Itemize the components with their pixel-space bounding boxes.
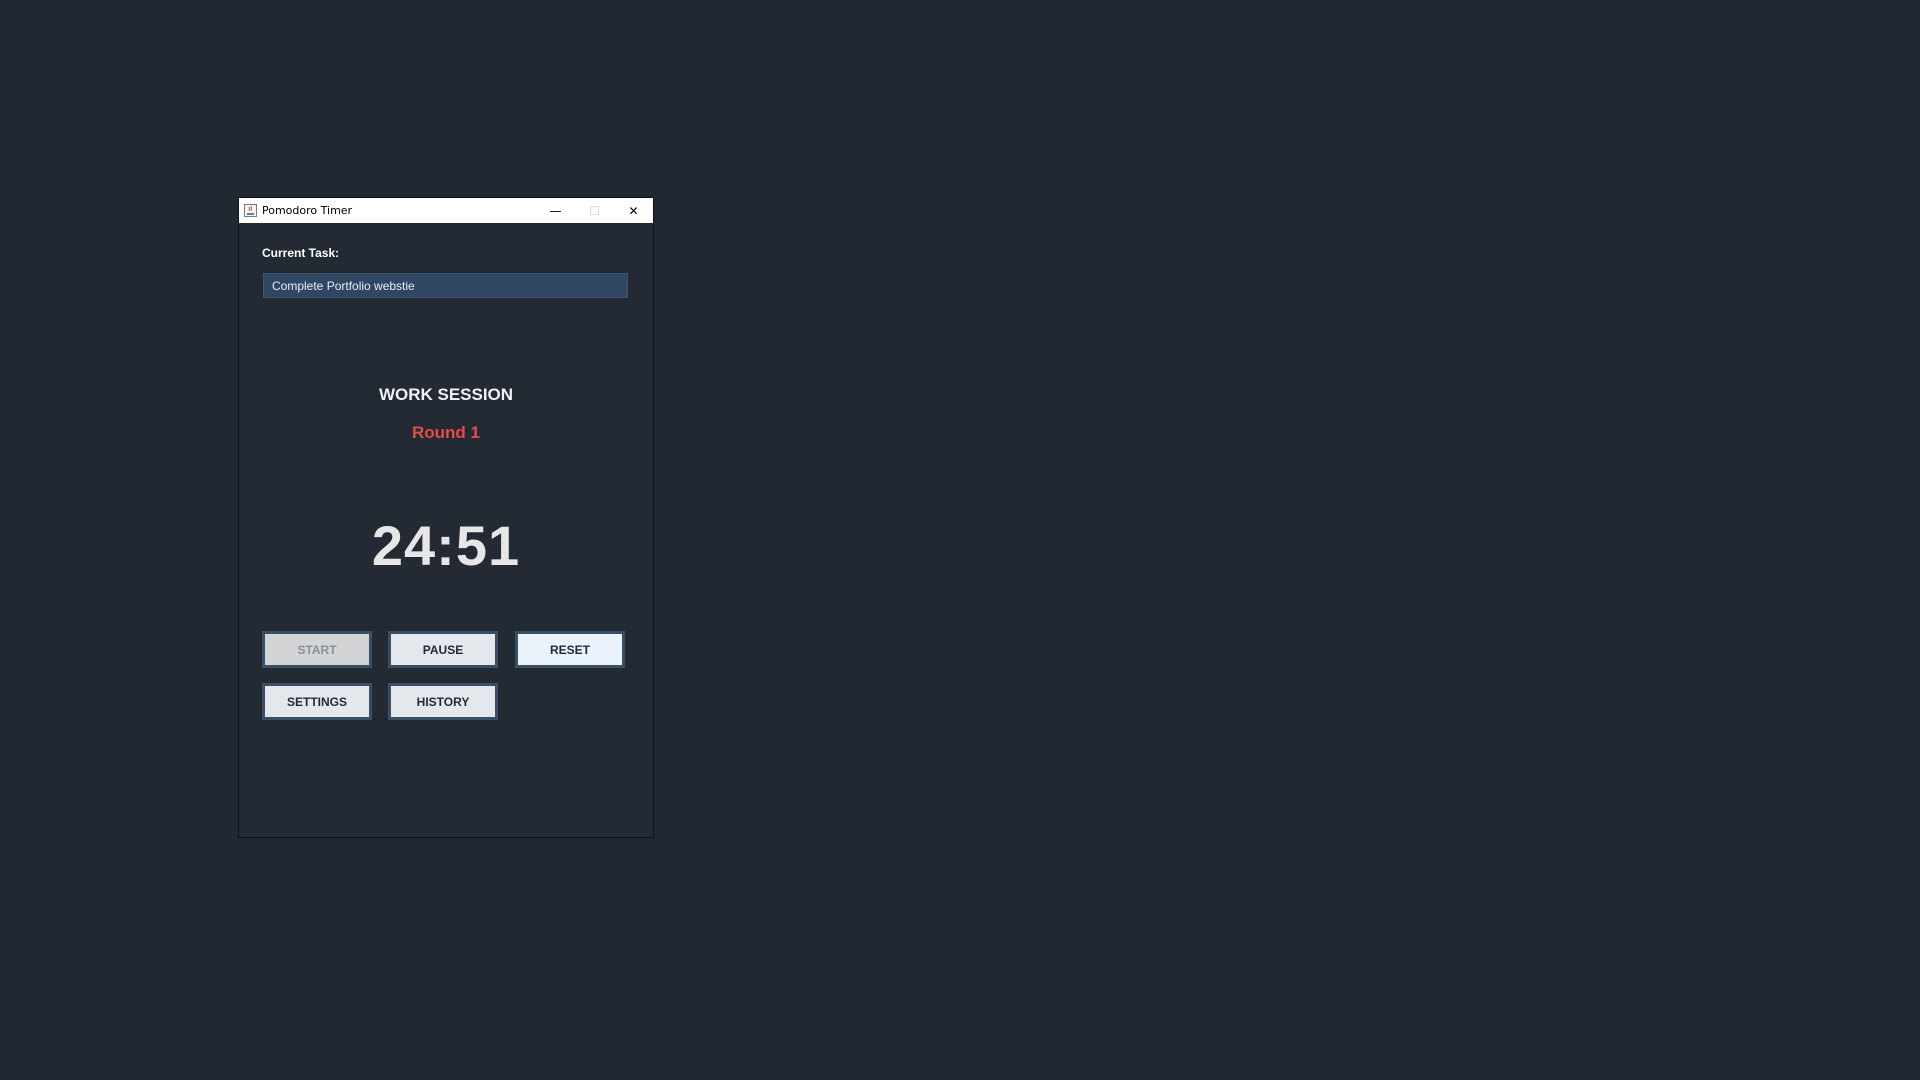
pomodoro-window: Pomodoro Timer — ☐ ✕ Current Task: WORK … [238, 197, 654, 838]
window-controls: — ☐ ✕ [536, 198, 653, 223]
history-button[interactable]: HISTORY [388, 683, 498, 720]
window-title: Pomodoro Timer [262, 204, 353, 217]
settings-button[interactable]: SETTINGS [262, 683, 372, 720]
current-task-input[interactable] [263, 273, 628, 298]
start-button[interactable]: START [262, 631, 372, 668]
pause-button[interactable]: PAUSE [388, 631, 498, 668]
session-type-label: WORK SESSION [378, 385, 514, 404]
reset-button[interactable]: RESET [515, 631, 625, 668]
main-panel: Current Task: WORK SESSION Round 1 24:51… [239, 223, 653, 838]
java-app-icon [244, 204, 257, 217]
close-button[interactable]: ✕ [614, 198, 653, 223]
timer-display: 24:51 [371, 514, 521, 577]
current-task-label: Current Task: [262, 246, 340, 260]
minimize-button[interactable]: — [536, 198, 575, 223]
maximize-button[interactable]: ☐ [575, 198, 614, 223]
round-label: Round 1 [412, 423, 480, 442]
title-bar[interactable]: Pomodoro Timer — ☐ ✕ [239, 198, 653, 223]
